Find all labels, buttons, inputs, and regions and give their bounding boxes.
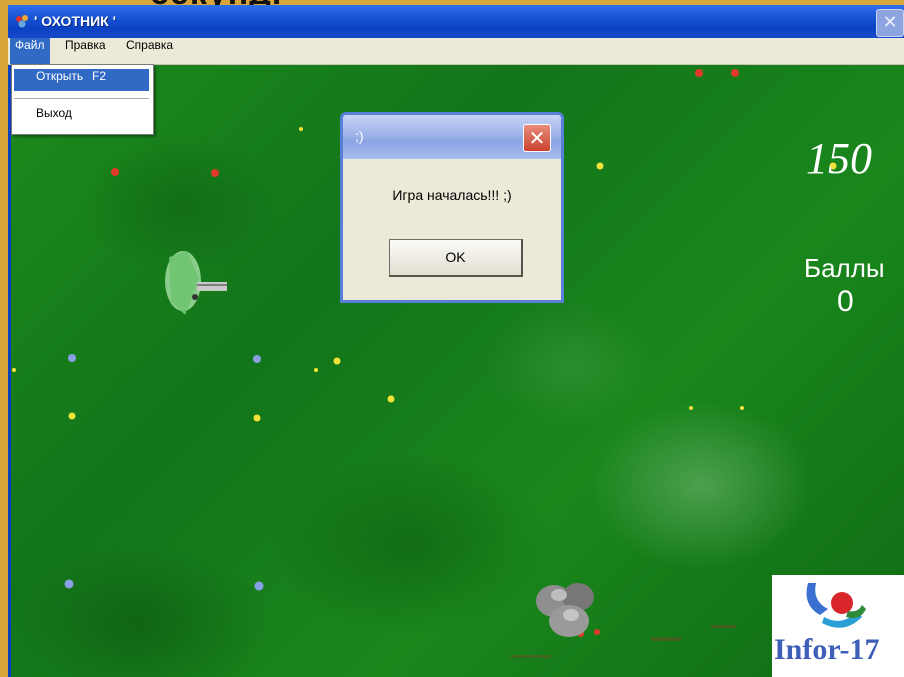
window-close-button[interactable]: ✕	[876, 9, 904, 37]
close-icon: ✕	[882, 12, 898, 33]
window-title: ' ОХОТНИК '	[34, 13, 116, 29]
infor-logo: Infor-17	[772, 575, 904, 677]
menu-open-label: Открыть	[36, 69, 84, 83]
menu-file[interactable]: Файл	[10, 38, 50, 64]
rocks-icon	[536, 583, 594, 637]
blue-flower-icon	[64, 354, 264, 591]
logo-mark-icon	[806, 583, 866, 628]
dialog-message: Игра началась!!! ;)	[392, 187, 512, 203]
menu-exit-label: Выход	[36, 106, 72, 120]
points-value: 0	[837, 285, 854, 318]
ok-button[interactable]: OK	[389, 239, 523, 277]
close-icon: ✕	[528, 126, 546, 150]
menu-edit[interactable]: Правка	[60, 38, 111, 64]
title-bar[interactable]: ' ОХОТНИК ' ✕	[8, 5, 904, 38]
message-dialog: ;) ✕ Игра началась!!! ;) OK	[340, 112, 564, 303]
menu-open-shortcut: F2	[92, 69, 107, 83]
menu-bar: Файл Правка Справка	[8, 38, 904, 65]
hunter-app-icon	[16, 15, 28, 28]
screen: секунд. ' ОХОТНИК ' ✕ Файл Правка Справк…	[0, 0, 904, 677]
dialog-title-bar[interactable]: ;) ✕	[343, 115, 561, 159]
menu-open-item[interactable]: Открыть F2	[14, 69, 149, 91]
points-label: Баллы	[804, 253, 885, 283]
hunter-character-icon	[165, 251, 227, 315]
menu-exit-item[interactable]: Выход	[14, 106, 149, 128]
score-counter: 150	[806, 134, 872, 183]
dirt-patch	[511, 625, 736, 658]
game-window: ' ОХОТНИК ' ✕ Файл Правка Справка 150 Ба…	[8, 5, 904, 677]
file-menu-dropdown: Открыть F2 Выход	[11, 64, 154, 135]
dialog-title: ;)	[355, 128, 364, 144]
menu-help[interactable]: Справка	[121, 38, 178, 64]
dialog-close-button[interactable]: ✕	[523, 124, 551, 152]
menu-separator	[14, 98, 149, 99]
logo-text: Infor-17	[774, 633, 880, 666]
